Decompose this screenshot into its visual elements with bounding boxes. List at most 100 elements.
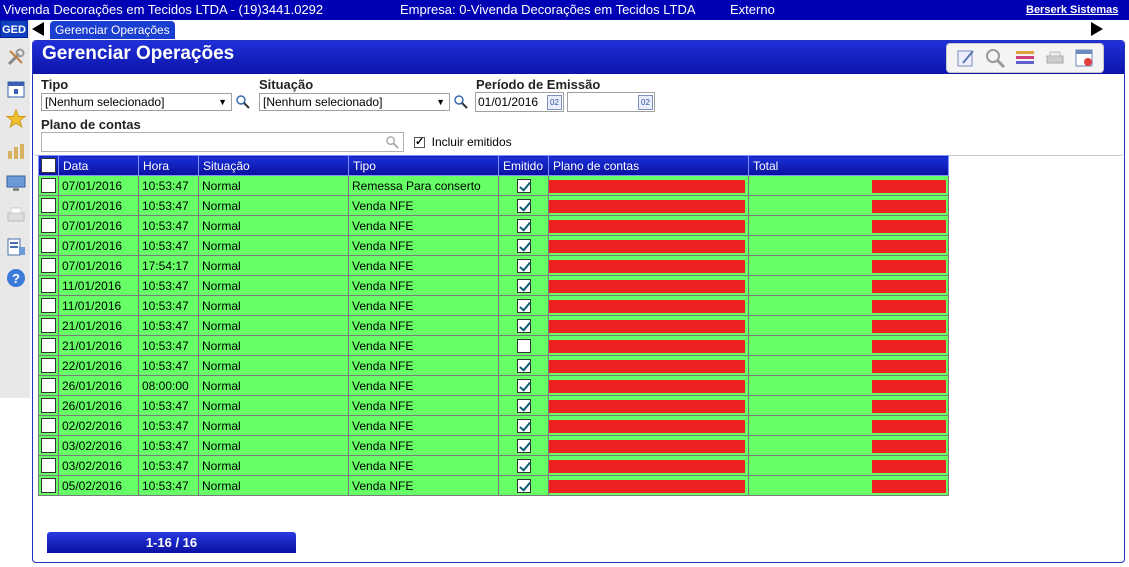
table-row[interactable]: 22/01/2016 10:53:47 Normal Venda NFE bbox=[38, 355, 949, 376]
print-icon[interactable] bbox=[1043, 46, 1067, 70]
row-select-checkbox[interactable] bbox=[41, 278, 56, 294]
table-row[interactable]: 07/01/2016 17:54:17 Normal Venda NFE bbox=[38, 255, 949, 276]
table-row[interactable]: 02/02/2016 10:53:47 Normal Venda NFE bbox=[38, 415, 949, 436]
row-select-checkbox[interactable] bbox=[41, 378, 56, 394]
row-select-cell[interactable] bbox=[38, 475, 59, 496]
periodo-inicio-input[interactable]: 01/01/2016 02 bbox=[475, 92, 564, 112]
row-select-checkbox[interactable] bbox=[41, 338, 56, 354]
tipo-select[interactable]: [Nenhum selecionado] ▼ bbox=[41, 93, 232, 111]
table-row[interactable]: 07/01/2016 10:53:47 Normal Venda NFE bbox=[38, 215, 949, 236]
emitido-checkbox[interactable] bbox=[516, 478, 531, 493]
row-select-cell[interactable] bbox=[38, 235, 59, 256]
incluir-emitidos-checkbox[interactable]: Incluir emitidos bbox=[414, 134, 512, 149]
close-window-icon[interactable] bbox=[1072, 46, 1096, 70]
emitido-checkbox[interactable] bbox=[516, 258, 531, 273]
berserk-link[interactable]: Berserk Sistemas bbox=[1026, 1, 1118, 19]
monitor-icon[interactable] bbox=[5, 172, 27, 194]
row-select-checkbox[interactable] bbox=[41, 318, 56, 334]
situacao-select[interactable]: [Nenhum selecionado] ▼ bbox=[259, 93, 450, 111]
row-select-checkbox[interactable] bbox=[41, 358, 56, 374]
emitido-checkbox[interactable] bbox=[516, 338, 531, 353]
periodo-fim-input[interactable]: 02 bbox=[567, 92, 655, 112]
row-select-checkbox[interactable] bbox=[41, 218, 56, 234]
emitido-checkbox[interactable] bbox=[516, 398, 531, 413]
pager[interactable]: 1-16 / 16 bbox=[47, 532, 296, 553]
printer-icon[interactable] bbox=[5, 204, 27, 226]
table-row[interactable]: 11/01/2016 10:53:47 Normal Venda NFE bbox=[38, 295, 949, 316]
calendar-icon[interactable] bbox=[5, 78, 27, 100]
row-select-cell[interactable] bbox=[38, 375, 59, 396]
tab-gerenciar-operacoes[interactable]: Gerenciar Operações bbox=[50, 21, 175, 39]
emitido-checkbox[interactable] bbox=[516, 318, 531, 333]
row-select-cell[interactable] bbox=[38, 215, 59, 236]
calendar-icon[interactable]: 02 bbox=[638, 95, 653, 110]
report-icon[interactable] bbox=[5, 236, 27, 258]
emitido-checkbox[interactable] bbox=[516, 238, 531, 253]
select-all-cell[interactable] bbox=[38, 155, 59, 176]
emitido-checkbox[interactable] bbox=[516, 438, 531, 453]
row-select-cell[interactable] bbox=[38, 295, 59, 316]
checkbox[interactable] bbox=[414, 135, 425, 149]
tab-prev-arrow-icon[interactable] bbox=[32, 22, 44, 36]
table-row[interactable]: 07/01/2016 10:53:47 Normal Remessa Para con… bbox=[38, 175, 949, 196]
row-select-cell[interactable] bbox=[38, 315, 59, 336]
tools-icon[interactable] bbox=[5, 46, 27, 68]
calendar-icon[interactable]: 02 bbox=[547, 95, 562, 110]
plano-input[interactable] bbox=[41, 132, 404, 152]
emitido-checkbox[interactable] bbox=[516, 418, 531, 433]
table-row[interactable]: 26/01/2016 10:53:47 Normal Venda NFE bbox=[38, 395, 949, 416]
row-select-cell[interactable] bbox=[38, 335, 59, 356]
row-select-checkbox[interactable] bbox=[41, 398, 56, 414]
table-row[interactable]: 21/01/2016 10:53:47 Normal Venda NFE bbox=[38, 315, 949, 336]
search-icon[interactable] bbox=[983, 46, 1007, 70]
row-select-checkbox[interactable] bbox=[41, 298, 56, 314]
plano-search-icon[interactable] bbox=[385, 135, 400, 150]
col-plano[interactable]: Plano de contas bbox=[548, 155, 749, 176]
select-all-checkbox[interactable] bbox=[41, 158, 56, 174]
row-select-checkbox[interactable] bbox=[41, 478, 56, 494]
emitido-checkbox[interactable] bbox=[516, 458, 531, 473]
table-row[interactable]: 03/02/2016 10:53:47 Normal Venda NFE bbox=[38, 435, 949, 456]
emitido-checkbox[interactable] bbox=[516, 198, 531, 213]
table-row[interactable]: 21/01/2016 10:53:47 Normal Venda NFE bbox=[38, 335, 949, 356]
row-select-cell[interactable] bbox=[38, 275, 59, 296]
row-select-checkbox[interactable] bbox=[41, 178, 56, 194]
row-select-checkbox[interactable] bbox=[41, 238, 56, 254]
tipo-search-icon[interactable] bbox=[235, 94, 251, 110]
col-situacao[interactable]: Situação bbox=[198, 155, 349, 176]
table-row[interactable]: 05/02/2016 10:53:47 Normal Venda NFE bbox=[38, 475, 949, 496]
row-select-cell[interactable] bbox=[38, 255, 59, 276]
row-select-cell[interactable] bbox=[38, 395, 59, 416]
list-icon[interactable] bbox=[1013, 46, 1037, 70]
table-row[interactable]: 03/02/2016 10:53:47 Normal Venda NFE bbox=[38, 455, 949, 476]
situacao-search-icon[interactable] bbox=[453, 94, 469, 110]
col-data[interactable]: Data bbox=[58, 155, 139, 176]
row-select-cell[interactable] bbox=[38, 435, 59, 456]
col-hora[interactable]: Hora bbox=[138, 155, 199, 176]
emitido-checkbox[interactable] bbox=[516, 278, 531, 293]
emitido-checkbox[interactable] bbox=[516, 178, 531, 193]
row-select-checkbox[interactable] bbox=[41, 438, 56, 454]
emitido-checkbox[interactable] bbox=[516, 298, 531, 313]
row-select-checkbox[interactable] bbox=[41, 258, 56, 274]
col-tipo[interactable]: Tipo bbox=[348, 155, 499, 176]
table-row[interactable]: 26/01/2016 08:00:00 Normal Venda NFE bbox=[38, 375, 949, 396]
help-icon[interactable]: ? bbox=[5, 267, 27, 289]
col-total[interactable]: Total bbox=[748, 155, 949, 176]
ged-button[interactable]: GED bbox=[0, 20, 28, 38]
table-row[interactable]: 07/01/2016 10:53:47 Normal Venda NFE bbox=[38, 195, 949, 216]
row-select-cell[interactable] bbox=[38, 455, 59, 476]
row-select-checkbox[interactable] bbox=[41, 198, 56, 214]
edit-icon[interactable] bbox=[954, 46, 978, 70]
tab-next-arrow-icon[interactable] bbox=[1091, 22, 1103, 36]
star-icon[interactable] bbox=[5, 108, 27, 130]
table-row[interactable]: 07/01/2016 10:53:47 Normal Venda NFE bbox=[38, 235, 949, 256]
emitido-checkbox[interactable] bbox=[516, 358, 531, 373]
chart-icon[interactable] bbox=[5, 140, 27, 162]
emitido-checkbox[interactable] bbox=[516, 218, 531, 233]
row-select-checkbox[interactable] bbox=[41, 458, 56, 474]
row-select-checkbox[interactable] bbox=[41, 418, 56, 434]
emitido-checkbox[interactable] bbox=[516, 378, 531, 393]
col-emitido[interactable]: Emitido bbox=[498, 155, 549, 176]
row-select-cell[interactable] bbox=[38, 415, 59, 436]
